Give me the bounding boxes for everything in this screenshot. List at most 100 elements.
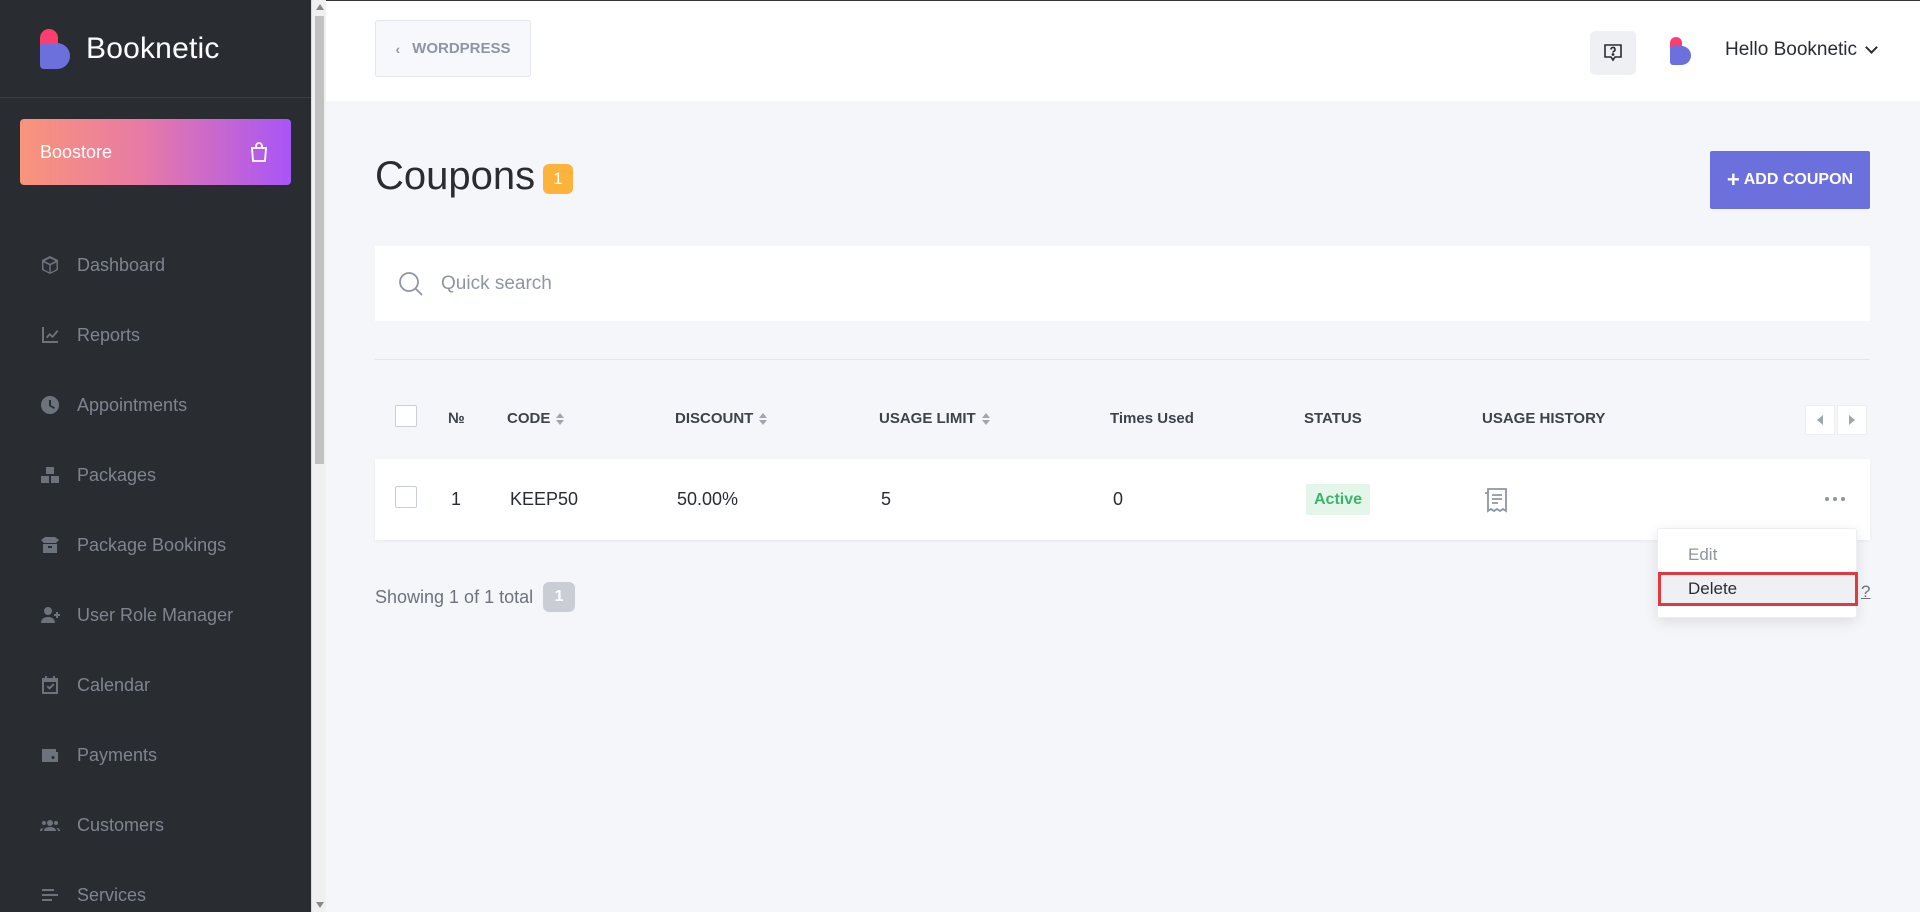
user-greeting: Hello Booknetic <box>1725 39 1858 60</box>
box-open-icon <box>40 535 60 555</box>
cube-icon <box>40 255 60 275</box>
user-menu[interactable]: Hello Booknetic <box>1725 39 1878 61</box>
sidebar-scrollbar[interactable] <box>311 0 326 912</box>
more-options-icon[interactable] <box>1825 488 1845 510</box>
sidebar-item-label: Packages <box>77 464 157 485</box>
sidebar-item-reports[interactable]: Reports <box>0 300 311 370</box>
boxes-icon <box>40 465 60 485</box>
sidebar-item-label: Payments <box>77 744 158 765</box>
column-number: № <box>448 410 465 427</box>
sidebar-item-label: Customers <box>77 814 165 835</box>
page-title: Coupons <box>375 154 536 198</box>
sidebar-item-payments[interactable]: Payments <box>0 720 311 790</box>
menu-item-delete[interactable]: Delete <box>1658 572 1858 606</box>
table-header: № CODE DISCOUNT USAGE LIMIT Times Used S… <box>375 400 1870 438</box>
sidebar-item-packages[interactable]: Packages <box>0 440 311 510</box>
add-coupon-button[interactable]: + ADD COUPON <box>1710 151 1870 209</box>
help-button[interactable] <box>1590 31 1636 75</box>
scrollbar-thumb[interactable] <box>315 16 324 464</box>
search-icon <box>399 271 423 296</box>
sidebar-item-label: Calendar <box>77 674 151 695</box>
shopping-bag-icon <box>251 142 267 162</box>
boostore-button[interactable]: Boostore <box>20 119 291 185</box>
sidebar-item-user-role-manager[interactable]: User Role Manager <box>0 580 311 650</box>
column-label: CODE <box>507 410 551 427</box>
column-label: STATUS <box>1304 410 1362 427</box>
users-icon <box>40 815 60 835</box>
cell-usage-limit: 5 <box>881 489 892 509</box>
sidebar-item-label: Reports <box>77 324 141 345</box>
column-code[interactable]: CODE <box>507 410 565 427</box>
column-status: STATUS <box>1304 410 1362 427</box>
sidebar-item-package-bookings[interactable]: Package Bookings <box>0 510 311 580</box>
receipt-icon[interactable] <box>1483 486 1511 514</box>
sidebar-item-label: Services <box>77 884 147 905</box>
caret-left-icon <box>1817 415 1823 425</box>
chevron-left-icon: ‹ <box>395 40 401 57</box>
sidebar: Booknetic Boostore Dashboard Reports App… <box>0 0 311 912</box>
column-label: № <box>448 410 465 427</box>
scroll-down-icon[interactable] <box>316 902 324 908</box>
chevron-down-icon <box>1865 41 1878 54</box>
cell-times-used: 0 <box>1113 489 1124 509</box>
sidebar-item-label: User Role Manager <box>77 604 234 625</box>
scroll-up-icon[interactable] <box>316 4 324 10</box>
booknetic-logo-icon <box>38 28 72 69</box>
sidebar-item-calendar[interactable]: Calendar <box>0 650 311 720</box>
sidebar-item-appointments[interactable]: Appointments <box>0 370 311 440</box>
sort-icon <box>556 412 565 425</box>
sidebar-item-customers[interactable]: Customers <box>0 790 311 860</box>
scroll-right-button[interactable] <box>1837 405 1867 435</box>
sidebar-item-dashboard[interactable]: Dashboard <box>0 230 311 300</box>
scroll-left-button[interactable] <box>1805 405 1835 435</box>
plus-icon: + <box>1726 167 1740 192</box>
column-label: USAGE HISTORY <box>1482 410 1606 427</box>
sort-icon <box>981 412 990 425</box>
clock-icon <box>40 395 60 415</box>
column-usage-limit[interactable]: USAGE LIMIT <box>879 410 990 427</box>
sidebar-item-label: Appointments <box>77 394 188 415</box>
user-plus-icon <box>40 605 60 625</box>
column-label: USAGE LIMIT <box>879 410 976 427</box>
cell-code: KEEP50 <box>510 489 579 509</box>
help-link[interactable]: ? <box>1861 582 1870 602</box>
question-bubble-icon <box>1604 44 1622 62</box>
cell-number: 1 <box>451 489 462 509</box>
sidebar-item-label: Dashboard <box>77 254 166 275</box>
menu-item-edit[interactable]: Edit <box>1658 538 1858 572</box>
showing-text: Showing 1 of 1 total <box>375 586 534 607</box>
chart-line-icon <box>40 325 60 345</box>
sidebar-item-services[interactable]: Services <box>0 860 311 912</box>
pagination-info: Showing 1 of 1 total 1 <box>375 582 576 612</box>
row-checkbox[interactable] <box>395 486 417 508</box>
page-badge[interactable]: 1 <box>543 582 576 612</box>
sidebar-menu: Dashboard Reports Appointments Packages … <box>0 230 311 912</box>
brand-name: Booknetic <box>86 31 220 65</box>
caret-right-icon <box>1849 415 1855 425</box>
select-all-checkbox[interactable] <box>395 405 417 427</box>
table-row[interactable]: 1 KEEP50 50.00% 5 0 Active <box>375 459 1870 540</box>
search-input[interactable] <box>441 272 1741 295</box>
column-usage-history: USAGE HISTORY <box>1482 410 1605 427</box>
column-discount[interactable]: DISCOUNT <box>675 410 768 427</box>
divider <box>375 359 1870 360</box>
column-times-used: Times Used <box>1110 410 1194 427</box>
status-badge: Active <box>1306 484 1371 515</box>
row-context-menu: Edit Delete <box>1657 528 1858 618</box>
search-box <box>375 246 1870 321</box>
boostore-label: Boostore <box>40 141 113 162</box>
add-coupon-label: ADD COUPON <box>1743 171 1854 188</box>
list-icon <box>40 885 60 905</box>
wordpress-back-button[interactable]: ‹ WORDPRESS <box>375 20 531 77</box>
user-avatar[interactable] <box>1670 37 1692 65</box>
wallet-icon <box>40 745 60 765</box>
count-badge: 1 <box>543 164 573 194</box>
wordpress-back-label: WORDPRESS <box>412 40 511 57</box>
sort-icon <box>759 412 768 425</box>
cell-discount: 50.00% <box>677 489 739 509</box>
brand[interactable]: Booknetic <box>0 0 311 98</box>
calendar-check-icon <box>40 675 60 695</box>
column-label: Times Used <box>1110 410 1194 427</box>
topbar: ‹ WORDPRESS Hello Booknetic <box>326 0 1920 101</box>
column-label: DISCOUNT <box>675 410 754 427</box>
